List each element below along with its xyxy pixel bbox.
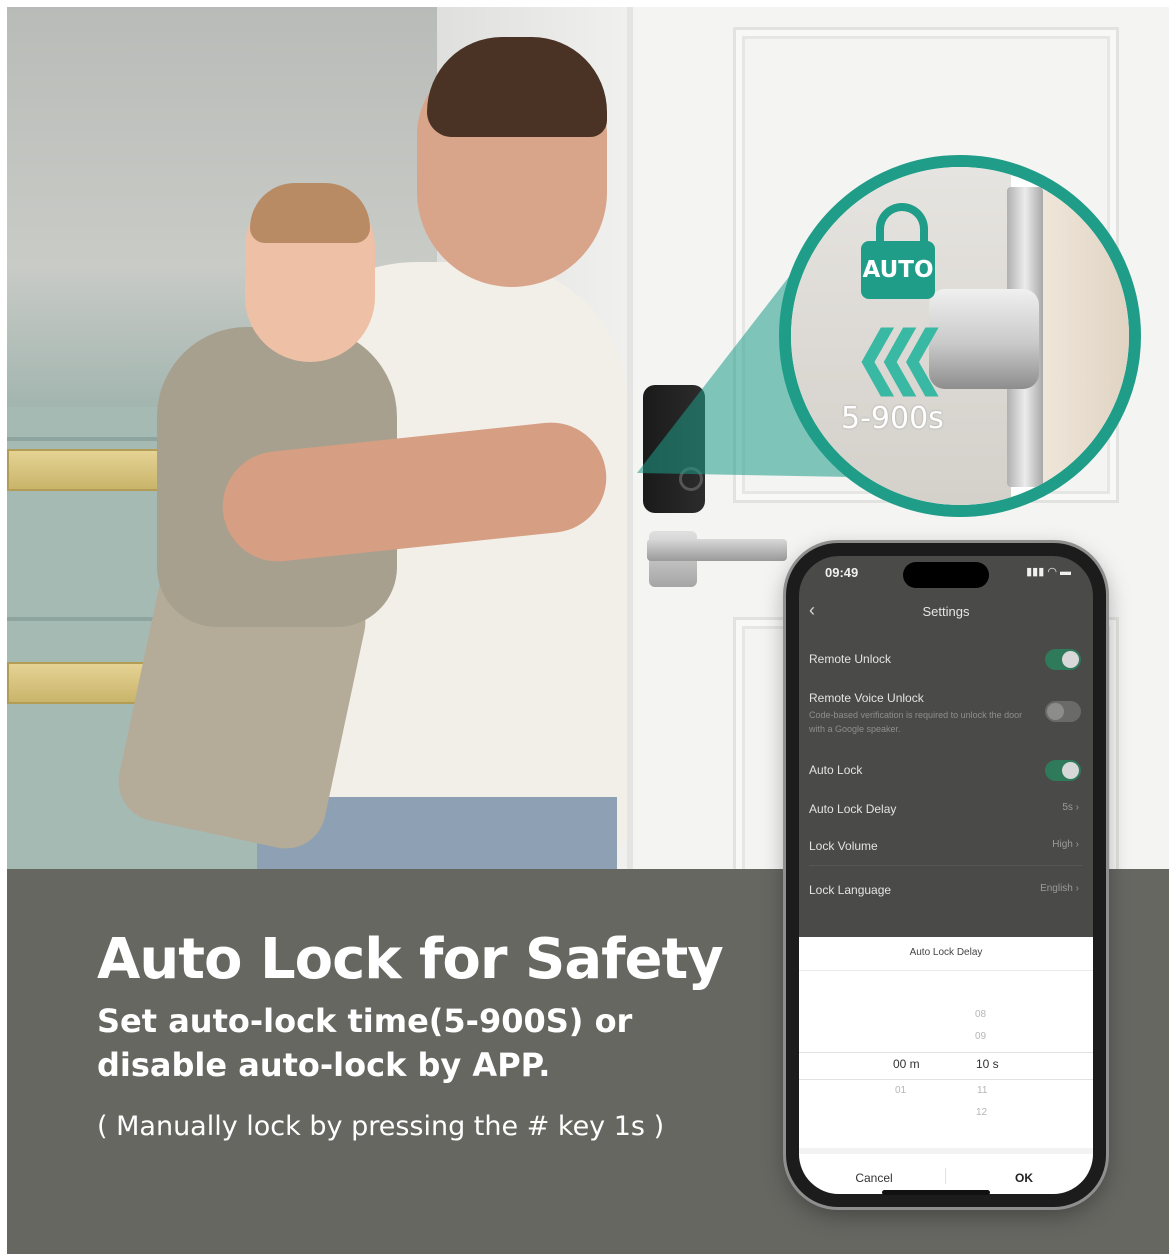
setting-label: Remote Unlock [809,652,892,666]
setting-label: Remote Voice Unlock [809,691,924,705]
battery-icon: ▬ [1060,566,1071,578]
phone-mockup: 09:49 ▮▮▮ ◠ ▬ ‹ Settings Remote Unlock R… [786,543,1106,1207]
minutes-option[interactable]: 01 [895,1085,906,1096]
minutes-selected[interactable]: 00 m [893,1057,920,1071]
cabinet-handle [7,449,161,491]
setting-remote-voice-unlock: Remote Voice Unlock Code-based verificat… [809,691,1083,736]
setting-label: Lock Language [809,883,892,897]
divider [945,1168,946,1184]
chevron-right-icon: › [1075,883,1079,894]
chevron-right-icon: › [1075,802,1079,813]
padlock-icon: AUTO [861,203,935,299]
feature-subheadline: Set auto-lock time(5-900S) or disable au… [97,1002,633,1084]
seconds-selected[interactable]: 10 s [976,1057,999,1071]
setting-auto-lock: Auto Lock [809,760,1083,781]
home-indicator[interactable] [882,1190,990,1195]
settings-title: Settings [922,604,970,619]
setting-value: High [1052,839,1073,850]
setting-value: 5s [1062,802,1073,813]
baby-hair [250,183,370,243]
chevron-right-icon: › [1075,839,1079,850]
auto-lock-delay-sheet: Auto Lock Delay 08 09 00 m 10 s 01 11 12… [799,937,1093,1194]
seconds-option[interactable]: 12 [976,1107,987,1118]
setting-auto-lock-delay[interactable]: Auto Lock Delay 5s › [809,802,1083,816]
feature-note: ( Manually lock by pressing the # key 1s… [97,1111,665,1142]
door-jamb [1043,167,1129,505]
setting-label: Auto Lock Delay [809,802,897,816]
signal-icon: ▮▮▮ [1026,566,1045,578]
sheet-title: Auto Lock Delay [909,947,983,958]
cancel-button[interactable]: Cancel [839,1171,909,1185]
auto-badge: AUTO [861,241,935,299]
setting-description: Code-based verification is required to u… [809,710,1023,734]
deadbolt-zoom-callout: AUTO ❮❮❮ 5-900s [779,155,1141,517]
divider [809,865,1083,866]
setting-lock-language[interactable]: Lock Language English › [809,883,1083,897]
feature-headline: Auto Lock for Safety [97,927,724,992]
dynamic-island [903,562,989,588]
setting-lock-volume[interactable]: Lock Volume High › [809,839,1083,853]
seconds-option[interactable]: 11 [977,1085,987,1096]
auto-lock-range: 5-900s [841,401,944,436]
deadbolt-icon [929,289,1039,389]
product-banner: AUTO ❮❮❮ 5-900s Auto Lock for Safety Set… [0,0,1169,1254]
app-screen: 09:49 ▮▮▮ ◠ ▬ ‹ Settings Remote Unlock R… [799,556,1093,1194]
divider [799,970,1093,971]
picker-selection-band [799,1052,1093,1080]
sheet-actions: Cancel OK [799,1148,1093,1194]
seconds-option[interactable]: 09 [975,1031,986,1042]
setting-value: English [1040,883,1073,894]
wifi-icon: ◠ [1047,566,1057,578]
ok-button[interactable]: OK [989,1171,1059,1185]
setting-remote-unlock: Remote Unlock [809,649,1083,670]
seconds-option[interactable]: 08 [975,1009,986,1020]
auto-lock-toggle[interactable] [1045,760,1081,781]
setting-label: Auto Lock [809,763,863,777]
remote-unlock-toggle[interactable] [1045,649,1081,670]
status-icons: ▮▮▮ ◠ ▬ [1026,565,1071,578]
remote-voice-unlock-toggle[interactable] [1045,701,1081,722]
status-time: 09:49 [825,565,859,580]
triple-chevron-left-icon: ❮❮❮ [853,316,948,398]
setting-label: Lock Volume [809,839,878,853]
